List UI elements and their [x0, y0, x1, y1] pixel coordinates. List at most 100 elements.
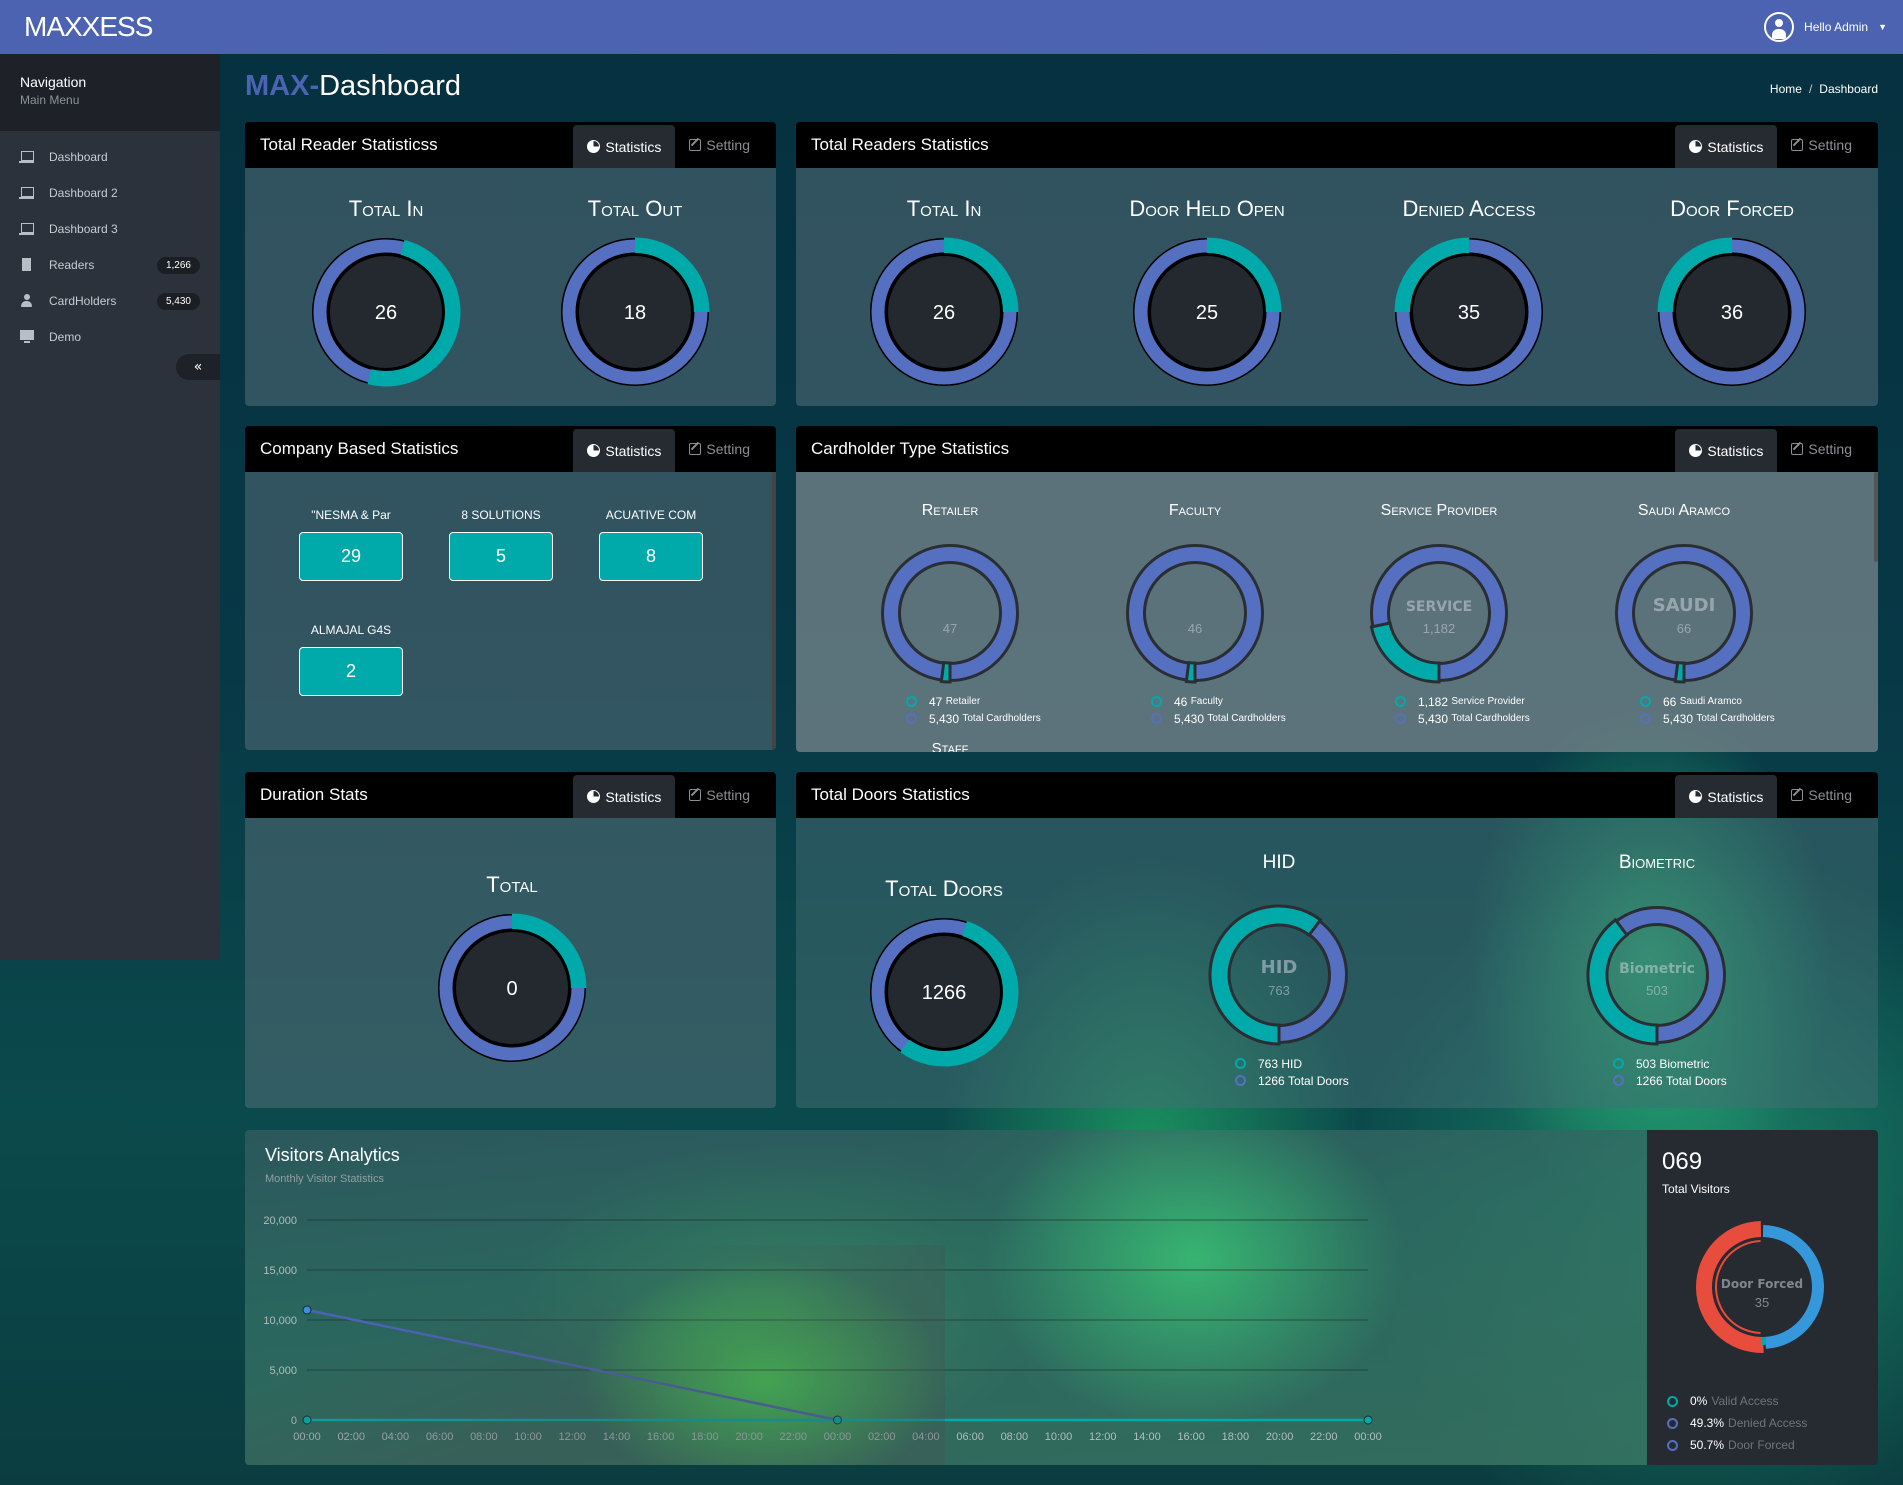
scrollbar[interactable]	[772, 472, 776, 750]
gauge-value: 0	[506, 978, 517, 1000]
user-icon	[20, 294, 34, 307]
legend-dot-icon	[1395, 696, 1406, 707]
panel-tabs: Statistics Setting	[573, 772, 776, 818]
tab-statistics[interactable]: Statistics	[1675, 429, 1778, 472]
donut-value-segment	[939, 660, 952, 684]
sidebar-item-label: Readers	[49, 258, 95, 272]
donut-center-value: 47	[943, 621, 957, 636]
tab-label: Setting	[1808, 137, 1852, 153]
user-menu[interactable]: Hello Admin ▼	[1764, 12, 1887, 42]
x-tick-label: 18:00	[1222, 1431, 1250, 1443]
company-count-button[interactable]: 5	[449, 532, 553, 581]
gauge-title: Total In	[906, 196, 982, 221]
tab-setting[interactable]: Setting	[1777, 772, 1866, 818]
legend-item: 66 Saudi Aramco	[1640, 693, 1775, 710]
legend-item: 5,430 Total Cardholders	[1395, 710, 1530, 727]
x-tick-label: 22:00	[1310, 1431, 1338, 1443]
top-navbar: MAXXESS Hello Admin ▼	[0, 0, 1903, 54]
gauge-value: 25	[1196, 302, 1218, 324]
panel-title: Total Reader Statisticss	[260, 135, 438, 154]
visitors-chart-area: Visitors Analytics Monthly Visitor Stati…	[245, 1130, 1647, 1465]
legend-total: 5,430	[1418, 711, 1449, 726]
sidebar-item-cardholders[interactable]: CardHolders 5,430	[0, 283, 220, 319]
sidebar-item-dashboard[interactable]: Dashboard	[0, 139, 220, 175]
tab-statistics[interactable]: Statistics	[1675, 775, 1778, 818]
company-count-button[interactable]: 29	[299, 532, 403, 581]
tab-setting[interactable]: Setting	[1777, 426, 1866, 472]
sidebar-item-readers[interactable]: Readers 1,266	[0, 247, 220, 283]
gauge-title: Denied Access	[1402, 196, 1536, 221]
breadcrumb-separator: /	[1808, 82, 1813, 96]
edit-icon	[1791, 139, 1804, 151]
x-tick-label: 10:00	[1045, 1431, 1073, 1443]
tab-setting[interactable]: Setting	[1777, 122, 1866, 168]
tab-setting[interactable]: Setting	[675, 426, 764, 472]
tab-statistics[interactable]: Statistics	[573, 429, 676, 472]
edit-icon	[1791, 443, 1804, 455]
company-name: ALMAJAL G4S	[310, 623, 392, 637]
legend-total: 5,430	[929, 711, 960, 726]
x-tick-label: 00:00	[1354, 1431, 1382, 1443]
panel-header: Total Readers Statistics Statistics Sett…	[796, 122, 1878, 168]
company-count-button[interactable]: 8	[599, 532, 703, 581]
gauge-title: Total Doors	[885, 876, 1003, 901]
x-tick-label: 00:00	[824, 1431, 852, 1443]
legend-label: Total Cardholders	[1207, 713, 1286, 724]
tab-statistics[interactable]: Statistics	[573, 775, 676, 818]
sidebar-collapse-button[interactable]: «	[176, 354, 220, 380]
y-tick-label: 20,000	[263, 1215, 297, 1227]
gauge-ring: 26	[870, 237, 1019, 386]
gauge-ring: 1266	[870, 918, 1019, 1067]
sidebar-item-demo[interactable]: Demo	[0, 319, 220, 355]
panel-body: Total Doors 1266 HID HID 763 763 HID 1266 Tot…	[796, 818, 1878, 1108]
sidebar-item-label: Dashboard	[49, 150, 108, 164]
breadcrumb-home[interactable]: Home	[1770, 82, 1802, 96]
donut-center-title: Biometric	[1619, 961, 1695, 977]
cardholder-stats-panel: Cardholder Type Statistics Statistics Se…	[796, 426, 1878, 752]
panel-tabs: Statistics Setting	[1675, 426, 1878, 472]
donut-legend: 763 HID 1266 Total Doors	[1235, 1055, 1349, 1089]
tab-label: Setting	[1808, 787, 1852, 803]
panel-title: Duration Stats	[260, 785, 368, 804]
data-point	[302, 1305, 312, 1315]
donut-legend: 503 Biometric 1266 Total Doors	[1613, 1055, 1727, 1089]
visitors-legend: 0% Valid Access 49.3% Denied Access 50.7% D…	[1667, 1390, 1807, 1456]
tab-statistics[interactable]: Statistics	[573, 125, 676, 168]
tab-setting[interactable]: Setting	[675, 772, 764, 818]
legend-total: 1266	[1636, 1073, 1663, 1088]
sidebar-title: Navigation	[20, 74, 87, 90]
page-title: MAX-Dashboard	[245, 70, 461, 103]
gauge-ring: 0	[438, 913, 587, 1062]
sidebar-nav: Dashboard Dashboard 2 Dashboard 3 Reader…	[0, 131, 220, 355]
tab-label: Setting	[706, 441, 750, 457]
donut-center-value: 503	[1646, 983, 1668, 998]
legend-dot-icon	[1640, 713, 1651, 724]
sidebar-item-dashboard-2[interactable]: Dashboard 2	[0, 175, 220, 211]
scrollbar[interactable]	[1874, 472, 1878, 562]
tab-label: Statistics	[605, 442, 662, 459]
legend-percent: 49.3%	[1690, 1416, 1725, 1430]
company-tile: ALMAJAL G4S 2	[299, 623, 403, 696]
legend-label: Total Cardholders	[1451, 713, 1530, 724]
edit-icon	[1791, 789, 1804, 801]
tab-setting[interactable]: Setting	[675, 122, 764, 168]
legend-label: Denied Access	[1728, 1416, 1808, 1430]
gauge-ring: 35	[1394, 237, 1543, 386]
company-tile: 8 SOLUTIONS 5	[449, 508, 553, 581]
sidebar-item-dashboard-3[interactable]: Dashboard 3	[0, 211, 220, 247]
gauge-title: Total Out	[587, 196, 683, 221]
donut-center-value: 35	[1755, 1295, 1769, 1310]
tab-statistics[interactable]: Statistics	[1675, 125, 1778, 168]
brand-logo[interactable]: MAXXESS	[24, 11, 153, 43]
legend-item: 47 Retailer	[906, 693, 1041, 710]
reader-stats-panel: Total Reader Statisticss Statistics Sett…	[245, 122, 776, 406]
legend-item: 49.3% Denied Access	[1667, 1412, 1807, 1434]
company-count-button[interactable]: 2	[299, 647, 403, 696]
sidebar-header: Navigation Main Menu	[0, 54, 220, 131]
legend-total: 5,430	[1174, 711, 1205, 726]
legend-label: Door Forced	[1728, 1438, 1795, 1452]
donut-value-segment	[1586, 917, 1659, 1046]
x-tick-label: 16:00	[647, 1431, 675, 1443]
legend-dot-icon	[1613, 1075, 1624, 1086]
readers-count-badge: 1,266	[156, 256, 200, 274]
